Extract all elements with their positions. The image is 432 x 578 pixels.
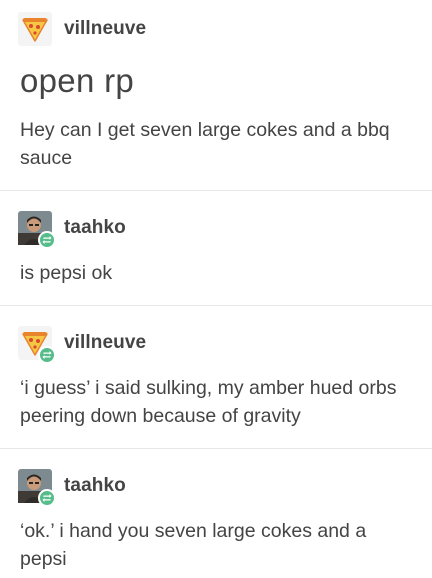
reblog-icon [38, 489, 56, 507]
post-2-author[interactable]: taahko [18, 211, 418, 249]
post-title: open rp [20, 62, 135, 99]
username[interactable]: villneuve [64, 332, 146, 354]
user-photo-avatar[interactable] [18, 469, 56, 507]
post-3: villneuve ‘i guess’ i said sulking, my a… [0, 306, 432, 448]
post-4-author[interactable]: taahko [18, 469, 418, 507]
post-2: taahko is pepsi ok [0, 191, 432, 305]
post-1: villneuve open rp Hey can I get seven la… [0, 0, 432, 190]
user-photo-avatar[interactable] [18, 211, 56, 249]
post-3-author[interactable]: villneuve [18, 326, 418, 364]
reblog-icon [38, 346, 56, 364]
post-1-author[interactable]: villneuve [18, 12, 418, 46]
post-body: ‘i guess’ i said sulking, my amber hued … [20, 377, 397, 427]
post-body: Hey can I get seven large cokes and a bb… [20, 119, 390, 169]
pizza-slice-icon[interactable] [18, 326, 56, 364]
post-body: is pepsi ok [20, 262, 113, 284]
post-4: taahko ‘ok.’ i hand you seven large coke… [0, 449, 432, 578]
post-body: ‘ok.’ i hand you seven large cokes and a… [20, 520, 367, 570]
username[interactable]: villneuve [64, 18, 146, 40]
pizza-slice-icon[interactable] [18, 12, 52, 46]
username[interactable]: taahko [64, 475, 126, 497]
reblog-icon [38, 231, 56, 249]
username[interactable]: taahko [64, 217, 126, 239]
